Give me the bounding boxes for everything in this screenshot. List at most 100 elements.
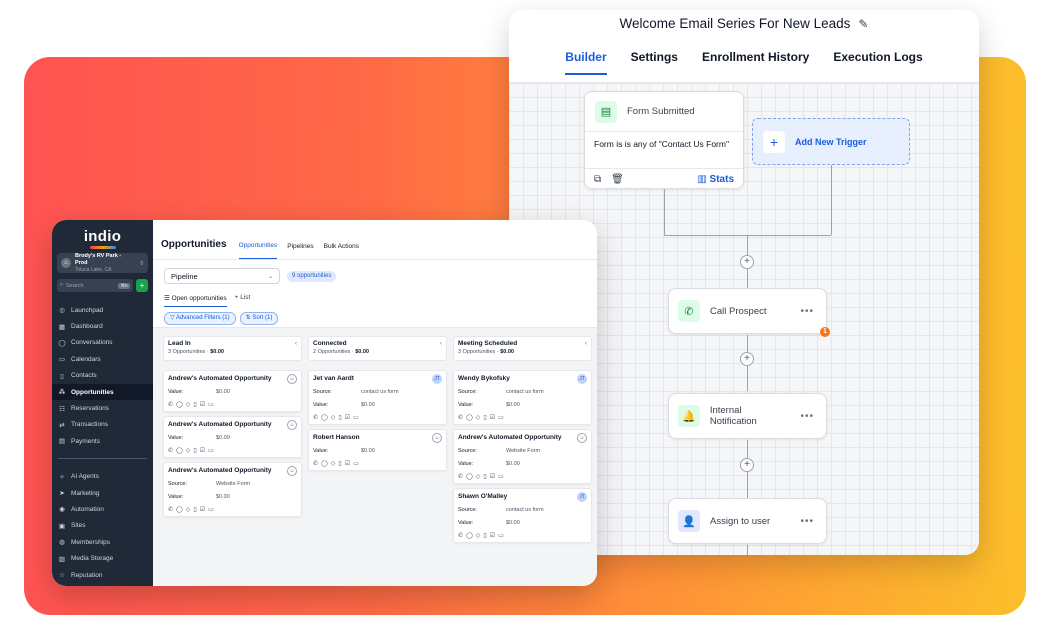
note-icon[interactable]: ▯	[483, 532, 486, 539]
note-icon[interactable]: ▯	[483, 473, 486, 480]
tab-open-opportunities[interactable]: ☰ Open opportunities	[164, 294, 227, 307]
tag-icon[interactable]: ◇	[476, 473, 481, 480]
task-icon[interactable]: ☑	[200, 401, 205, 408]
action-assign-to-user[interactable]: 👤 Assign to user •••	[668, 498, 827, 544]
note-icon[interactable]: ▯	[193, 447, 196, 454]
task-icon[interactable]: ☑	[200, 506, 205, 513]
add-new-trigger-button[interactable]: + Add New Trigger	[752, 118, 910, 165]
more-options-icon[interactable]: •••	[800, 516, 814, 527]
tab-list[interactable]: + List	[235, 294, 251, 307]
message-icon[interactable]: ◯	[176, 401, 183, 408]
tag-icon[interactable]: ◇	[331, 460, 336, 467]
tag-icon[interactable]: ◇	[186, 401, 191, 408]
trash-icon[interactable]: 🗑	[611, 174, 624, 185]
note-icon[interactable]: ▯	[193, 401, 196, 408]
opportunity-card[interactable]: Wendy Bykofsky JT Source: contact us form Va…	[453, 370, 592, 425]
sidebar-item-conversations[interactable]: ◯ Conversations	[52, 335, 153, 351]
location-switcher[interactable]: ⌂ Brody's RV Park - Prod Toluca Lake, CA…	[57, 253, 148, 273]
pipeline-select[interactable]: Pipeline ⌄	[164, 268, 280, 284]
stats-button[interactable]: ▥ Stats	[697, 174, 734, 185]
sidebar-item-dashboard[interactable]: ▦ Dashboard	[52, 318, 153, 334]
call-icon[interactable]: ✆	[313, 460, 318, 467]
tab-bulk-actions[interactable]: Bulk Actions	[324, 243, 359, 259]
message-icon[interactable]: ◯	[466, 473, 473, 480]
note-icon[interactable]: ▯	[193, 506, 196, 513]
sidebar-item-launchpad[interactable]: ◎ Launchpad	[52, 302, 153, 318]
opportunity-card[interactable]: Andrew's Automated Opportunity ☺ Value: $0.…	[163, 370, 302, 412]
task-icon[interactable]: ☑	[345, 414, 350, 421]
opportunity-card[interactable]: Andrew's Automated Opportunity ☺ Source: We…	[453, 429, 592, 484]
call-icon[interactable]: ✆	[168, 506, 173, 513]
chevron-left-icon[interactable]: ‹	[295, 341, 297, 347]
message-icon[interactable]: ◯	[176, 506, 183, 513]
trigger-card[interactable]: ▤ Form Submitted Form is is any of "Cont…	[584, 91, 744, 189]
calendar-icon[interactable]: ▭	[498, 532, 504, 539]
task-icon[interactable]: ☑	[490, 473, 495, 480]
add-step-plus-icon[interactable]: +	[740, 352, 754, 366]
add-step-plus-icon[interactable]: +	[740, 458, 754, 472]
sidebar-item-opportunities[interactable]: ⁂ Opportunities	[52, 383, 153, 401]
calendar-icon[interactable]: ▭	[353, 460, 359, 467]
chevron-left-icon[interactable]: ‹	[585, 341, 587, 347]
opportunity-card[interactable]: Shawn O'Malley JT Source: contact us form Va…	[453, 488, 592, 543]
sidebar-item-automation[interactable]: ◉ Automation	[52, 501, 153, 517]
search-input[interactable]: ⌕ Search ⌘K	[57, 279, 133, 292]
advanced-filters-button[interactable]: ▽ Advanced Filters (1)	[164, 312, 236, 325]
tab-execution-logs[interactable]: Execution Logs	[833, 50, 922, 75]
task-icon[interactable]: ☑	[490, 532, 495, 539]
opportunity-card[interactable]: Robert Hanson ☺ Value: $0.00 ✆ ◯ ◇ ▯ ☑ ▭	[308, 429, 447, 471]
task-icon[interactable]: ☑	[345, 460, 350, 467]
opportunity-card[interactable]: Andrew's Automated Opportunity ☺ Source: We…	[163, 462, 302, 517]
pencil-icon[interactable]: ✎	[858, 17, 868, 31]
tab-enrollment-history[interactable]: Enrollment History	[702, 50, 809, 75]
tab-opportunities[interactable]: Opportunities	[238, 242, 278, 259]
action-call-prospect[interactable]: ✆ Call Prospect •••	[668, 288, 827, 334]
message-icon[interactable]: ◯	[466, 532, 473, 539]
more-options-icon[interactable]: •••	[800, 411, 814, 422]
sidebar-item-reservations[interactable]: ☷ Reservations	[52, 400, 153, 416]
message-icon[interactable]: ◯	[321, 460, 328, 467]
opportunity-card[interactable]: Andrew's Automated Opportunity ☺ Value: $0.…	[163, 416, 302, 458]
calendar-icon[interactable]: ▭	[498, 414, 504, 421]
sidebar-item-calendars[interactable]: ▭ Calendars	[52, 351, 153, 367]
call-icon[interactable]: ✆	[458, 532, 463, 539]
action-internal-notification[interactable]: 🔔 Internal Notification •••	[668, 393, 827, 439]
sidebar-item-memberships[interactable]: ◍ Memberships	[52, 534, 153, 550]
tag-icon[interactable]: ◇	[186, 447, 191, 454]
message-icon[interactable]: ◯	[466, 414, 473, 421]
note-icon[interactable]: ▯	[338, 460, 341, 467]
note-icon[interactable]: ▯	[483, 414, 486, 421]
calendar-icon[interactable]: ▭	[353, 414, 359, 421]
tag-icon[interactable]: ◇	[476, 532, 481, 539]
message-icon[interactable]: ◯	[176, 447, 183, 454]
sidebar-item-contacts[interactable]: ▯ Contacts	[52, 368, 153, 384]
calendar-icon[interactable]: ▭	[208, 447, 214, 454]
calendar-icon[interactable]: ▭	[208, 401, 214, 408]
sidebar-item-ai-agents[interactable]: ✧ AI Agents	[52, 469, 153, 485]
opportunity-card[interactable]: Jet van Aardt JT Source: contact us form Val…	[308, 370, 447, 425]
task-icon[interactable]: ☑	[490, 414, 495, 421]
copy-icon[interactable]: ⧉	[594, 174, 601, 185]
sort-button[interactable]: ⇅ Sort (1)	[239, 312, 279, 325]
chevron-left-icon[interactable]: ‹	[440, 341, 442, 347]
tab-builder[interactable]: Builder	[565, 50, 607, 75]
call-icon[interactable]: ✆	[458, 473, 463, 480]
sidebar-item-sites[interactable]: ▣ Sites	[52, 518, 153, 534]
sidebar-item-media-storage[interactable]: ▨ Media Storage	[52, 550, 153, 566]
add-step-plus-icon[interactable]: +	[740, 255, 754, 269]
tab-settings[interactable]: Settings	[631, 50, 678, 75]
call-icon[interactable]: ✆	[168, 401, 173, 408]
calendar-icon[interactable]: ▭	[208, 506, 214, 513]
calendar-icon[interactable]: ▭	[498, 473, 504, 480]
call-icon[interactable]: ✆	[458, 414, 463, 421]
task-icon[interactable]: ☑	[200, 447, 205, 454]
tag-icon[interactable]: ◇	[476, 414, 481, 421]
more-options-icon[interactable]: •••	[800, 306, 814, 317]
tag-icon[interactable]: ◇	[331, 414, 336, 421]
call-icon[interactable]: ✆	[168, 447, 173, 454]
sidebar-item-reputation[interactable]: ☆ Reputation	[52, 567, 153, 583]
tag-icon[interactable]: ◇	[186, 506, 191, 513]
quick-add-button[interactable]: +	[136, 279, 148, 292]
call-icon[interactable]: ✆	[313, 414, 318, 421]
sidebar-item-transactions[interactable]: ⇄ Transactions	[52, 417, 153, 433]
